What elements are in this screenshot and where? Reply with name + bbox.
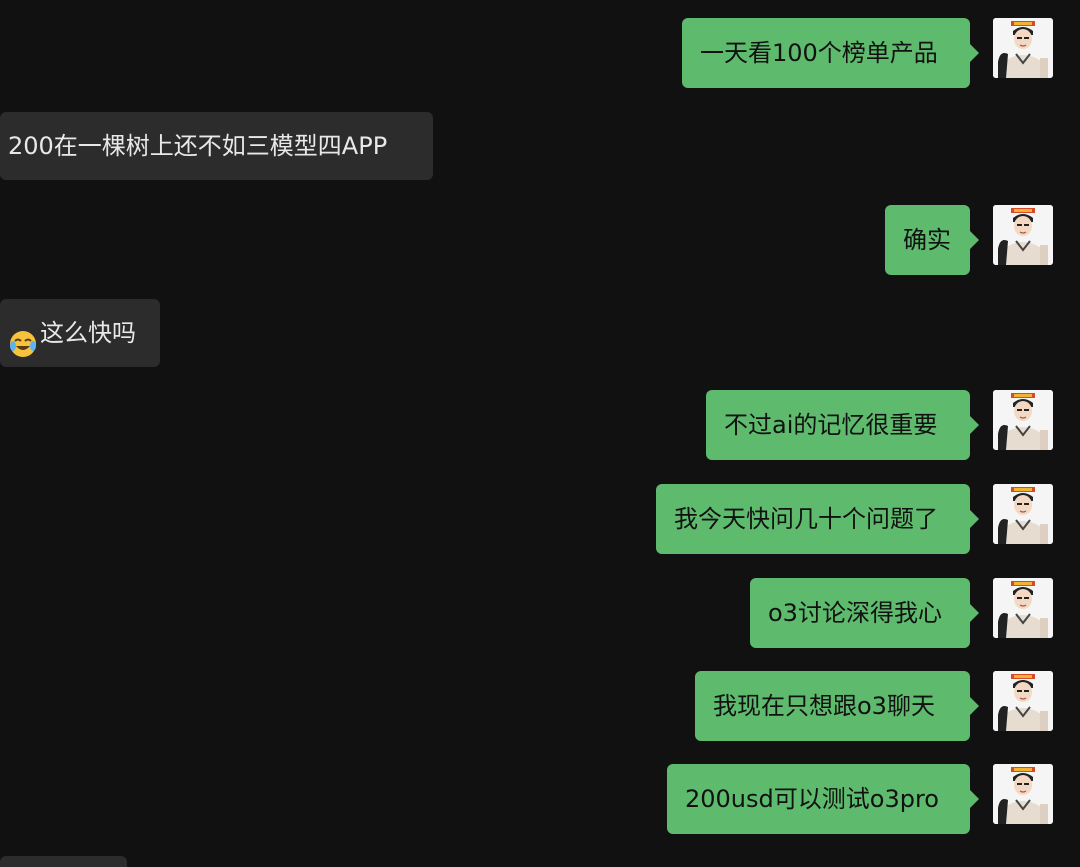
- message-text: 不过ai的记忆很重要: [724, 411, 938, 439]
- user-avatar-cartoon-icon: [993, 671, 1053, 731]
- message-text: 我现在只想跟o3聊天: [713, 692, 935, 720]
- message-text: 一天看100个榜单产品: [700, 39, 938, 67]
- message-bubble-outgoing[interactable]: 不过ai的记忆很重要: [706, 390, 979, 460]
- message-text: 确实: [903, 226, 951, 254]
- chat-message-list[interactable]: 一天看100个榜单产品 200在一棵树上还不如三模型四APP 确实 这么快吗 不…: [0, 0, 1080, 867]
- user-avatar[interactable]: [993, 390, 1053, 450]
- message-bubble-incoming[interactable]: 200在一棵树上还不如三模型四APP: [0, 112, 433, 180]
- message-text: 200在一棵树上还不如三模型四APP: [8, 132, 388, 160]
- user-avatar[interactable]: [993, 484, 1053, 544]
- message-bubble-outgoing[interactable]: 200usd可以测试o3pro: [667, 764, 979, 834]
- user-avatar[interactable]: [993, 18, 1053, 78]
- message-bubble-outgoing[interactable]: 我现在只想跟o3聊天: [695, 671, 979, 741]
- laughing-with-tears-emoji-icon: [8, 317, 38, 357]
- message-bubble-incoming-partial[interactable]: [0, 856, 127, 867]
- user-avatar[interactable]: [993, 764, 1053, 824]
- user-avatar-cartoon-icon: [993, 18, 1053, 78]
- user-avatar-cartoon-icon: [993, 390, 1053, 450]
- message-text: 我今天快问几十个问题了: [674, 505, 938, 533]
- message-text: o3讨论深得我心: [768, 599, 942, 627]
- message-bubble-outgoing[interactable]: o3讨论深得我心: [750, 578, 979, 648]
- user-avatar-cartoon-icon: [993, 484, 1053, 544]
- message-bubble-outgoing[interactable]: 我今天快问几十个问题了: [656, 484, 979, 554]
- message-bubble-incoming[interactable]: 这么快吗: [0, 299, 160, 367]
- message-text: 这么快吗: [40, 319, 136, 347]
- message-bubble-outgoing[interactable]: 一天看100个榜单产品: [682, 18, 979, 88]
- user-avatar[interactable]: [993, 671, 1053, 731]
- message-bubble-outgoing[interactable]: 确实: [885, 205, 979, 275]
- user-avatar-cartoon-icon: [993, 205, 1053, 265]
- user-avatar[interactable]: [993, 205, 1053, 265]
- user-avatar[interactable]: [993, 578, 1053, 638]
- user-avatar-cartoon-icon: [993, 578, 1053, 638]
- user-avatar-cartoon-icon: [993, 764, 1053, 824]
- message-text: 200usd可以测试o3pro: [685, 785, 939, 813]
